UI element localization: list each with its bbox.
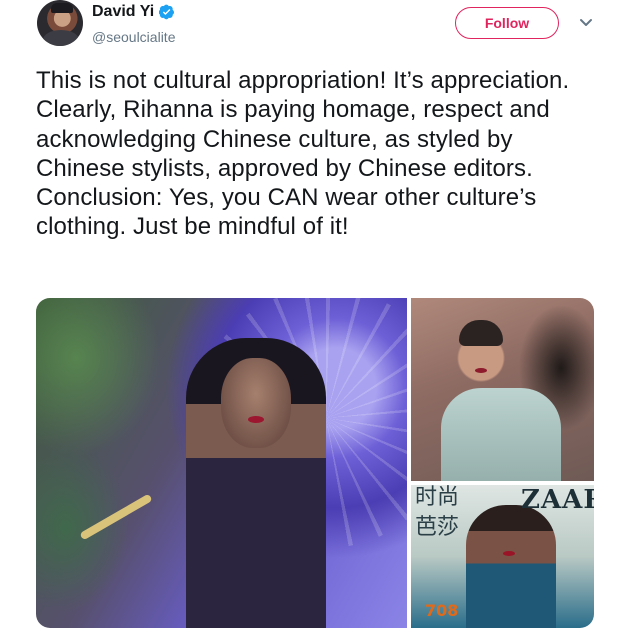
follow-button[interactable]: Follow xyxy=(455,7,559,39)
cover-chinese-subtitle: 芭莎 xyxy=(415,515,460,540)
chevron-down-icon[interactable] xyxy=(578,16,594,28)
user-name-row: David Yi xyxy=(92,3,175,21)
photo-face xyxy=(221,358,291,448)
cover-chinese-title: 时尚 xyxy=(415,485,460,510)
avatar-shirt xyxy=(43,30,79,46)
photo-bottom-right[interactable]: 时尚 芭莎 ZAAR 708 xyxy=(411,485,594,628)
cover-model xyxy=(466,505,556,628)
cover-title: ZAAR xyxy=(521,485,594,515)
display-name[interactable]: David Yi xyxy=(92,3,154,21)
cover-lips xyxy=(503,551,515,556)
cover-number: 708 xyxy=(425,601,459,620)
photo-lips xyxy=(248,416,264,423)
photo-top-right[interactable] xyxy=(411,298,594,481)
photo-main[interactable] xyxy=(36,298,407,628)
user-handle[interactable]: @seoulcialite xyxy=(92,29,175,45)
photo-body xyxy=(441,388,561,481)
verified-badge-icon xyxy=(158,4,175,20)
tweet-text: This is not cultural appropriation! It’s… xyxy=(36,67,570,241)
media-grid: 时尚 芭莎 ZAAR 708 xyxy=(36,298,594,628)
photo-lips xyxy=(475,368,487,373)
photo-hair xyxy=(459,320,503,346)
avatar-hat xyxy=(51,3,73,13)
umbrella-handle xyxy=(79,493,153,541)
avatar[interactable] xyxy=(37,0,83,46)
